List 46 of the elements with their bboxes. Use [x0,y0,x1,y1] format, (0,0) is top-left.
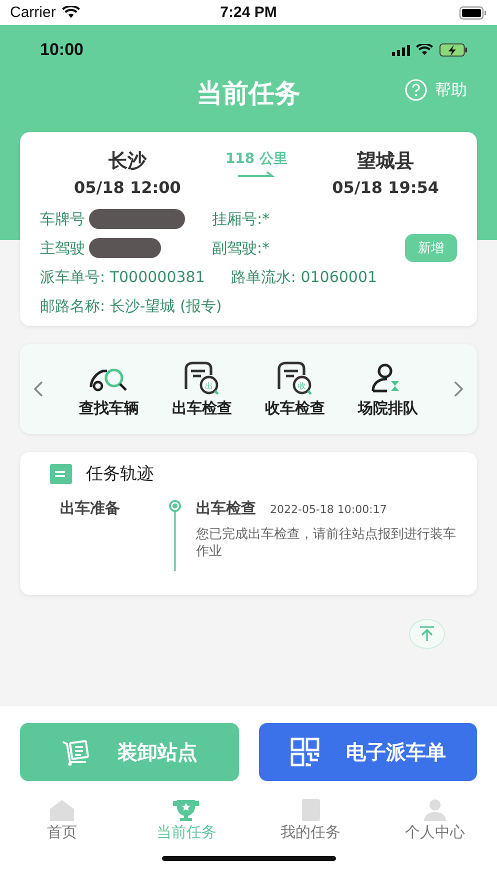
battery-icon [459,6,487,20]
action-button[interactable]: 查找车辆 [79,360,139,418]
status-time: 10:00 [40,40,84,60]
arrow-up-icon [418,625,436,643]
field-label: 挂厢号: [212,210,262,228]
step-time: 2022-05-18 10:00:17 [270,503,387,516]
tab-item[interactable]: 个人中心 [372,799,497,842]
qr-code-icon [290,737,320,767]
distance-label: 118 公里 [225,150,288,168]
home-icon [49,799,76,821]
help-icon [405,79,427,101]
origin-city: 长沙 [108,149,146,174]
signal-icon [392,44,410,56]
back-to-top-button[interactable] [409,619,445,649]
action-button[interactable]: 电子派车单 [258,723,477,781]
status-time: 7:24 PM [220,4,277,21]
dispatch-number: 派车单号: T000000381 [40,268,205,286]
route-name: 邮路名称: 长沙-望城 (报专) [40,296,222,316]
tab-item[interactable]: 首页 [0,799,124,842]
wifi-icon [62,6,80,19]
waybill-number: 路单流水: 01060001 [230,268,378,286]
page-title: 当前任务 [196,78,300,110]
arrival-time: 05/18 19:54 [332,178,439,197]
field-label: 主驾驶 [40,238,85,258]
step-note: 您已完成出车检查，请前往站点报到进行装车作业 [196,526,456,560]
timeline-drawing [168,499,182,571]
tab-item[interactable]: 我的任务 [248,799,373,842]
departure-time: 05/18 12:00 [74,178,181,197]
step-name: 出车检查 [196,499,256,518]
field-label: 副驾驶: [212,238,262,258]
carrier-name: Carrier [10,4,56,21]
action-button[interactable]: 场院排队 [358,360,418,418]
field-value: * [262,239,270,257]
action-button[interactable]: 收 收车检查 [265,360,325,418]
field-label: 车牌号 [40,210,85,228]
destination-city: 望城县 [357,149,414,174]
wifi-icon [416,44,433,56]
action-button[interactable]: 出 出车检查 [172,360,232,418]
trophy-icon [173,799,200,821]
person-icon [422,799,448,821]
stage-label: 出车准备 [60,499,121,519]
battery-charging-icon [439,43,469,57]
list-icon [50,464,72,484]
cart-icon [61,737,92,767]
section-title: 任务轨迹 [86,463,154,485]
field-value: * [262,210,270,228]
